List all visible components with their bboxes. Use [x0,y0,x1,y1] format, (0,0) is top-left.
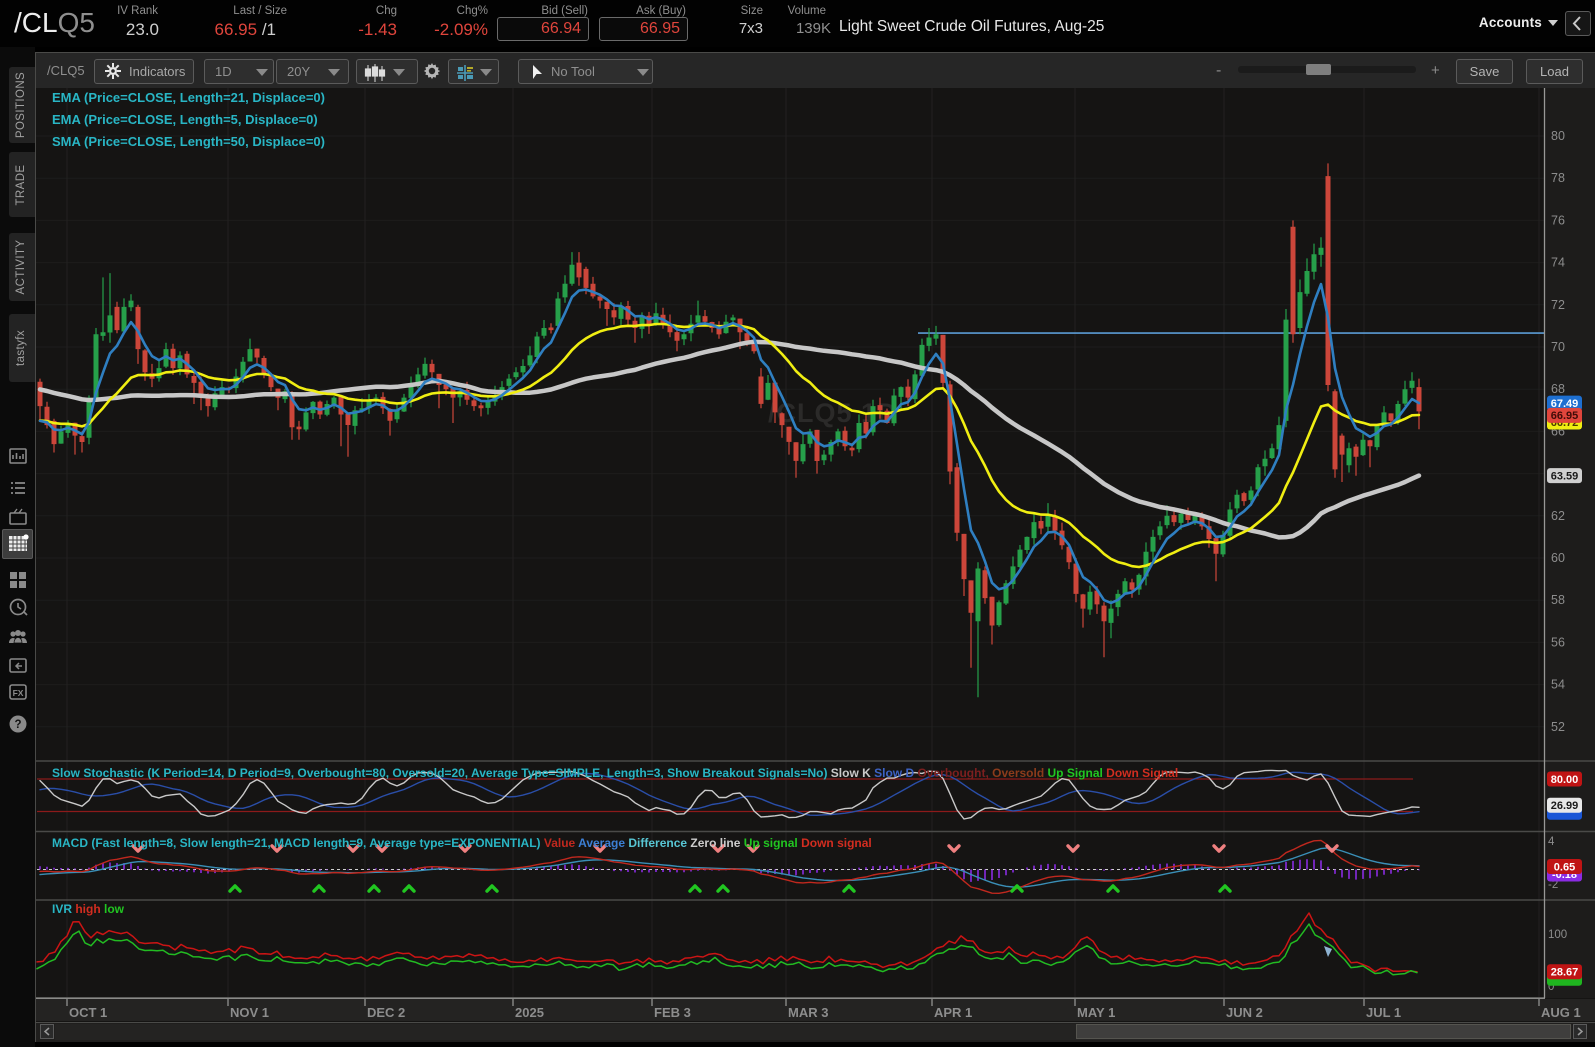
svg-text:2025: 2025 [515,1005,544,1020]
svg-text:72: 72 [1551,298,1565,312]
svg-text:54: 54 [1551,678,1565,692]
svg-text:56: 56 [1551,635,1565,649]
svg-text:MAR 3: MAR 3 [788,1005,828,1020]
svg-text:62: 62 [1551,509,1565,523]
svg-text:FX: FX [13,688,24,698]
svg-text:DEC 2: DEC 2 [367,1005,405,1020]
svg-text:68: 68 [1551,382,1565,396]
svg-text:MACD (Fast length=8, Slow leng: MACD (Fast length=8, Slow length=21, MAC… [52,836,872,850]
svg-text:JUL 1: JUL 1 [1366,1005,1401,1020]
svg-text:28.67: 28.67 [1551,967,1579,979]
svg-text:26.99: 26.99 [1551,800,1579,812]
svg-text:80: 80 [1551,129,1565,143]
svg-text:60: 60 [1551,551,1565,565]
svg-text:66.95: 66.95 [1551,410,1579,422]
svg-text:0.65: 0.65 [1554,861,1575,873]
svg-text:APR 1: APR 1 [934,1005,972,1020]
svg-text:Slow Stochastic (K Period=14,: Slow Stochastic (K Period=14, D Period=9… [52,766,1178,780]
svg-text:OCT 1: OCT 1 [69,1005,107,1020]
svg-text:80.00: 80.00 [1551,774,1579,786]
svg-text:78: 78 [1551,171,1565,185]
svg-text:74: 74 [1551,256,1565,270]
svg-text:52: 52 [1551,720,1565,734]
svg-text:FEB 3: FEB 3 [654,1005,691,1020]
svg-text:MAY 1: MAY 1 [1077,1005,1115,1020]
svg-text:JUN 2: JUN 2 [1226,1005,1263,1020]
svg-text:70: 70 [1551,340,1565,354]
svg-text:4: 4 [1548,836,1555,848]
svg-text:NOV 1: NOV 1 [230,1005,269,1020]
svg-text:?: ? [14,719,21,731]
svg-text:63.59: 63.59 [1551,470,1579,482]
svg-text:AUG 1: AUG 1 [1541,1005,1581,1020]
svg-text:EMA (Price=CLOSE, Length=21, D: EMA (Price=CLOSE, Length=21, Displace=0) [52,90,325,105]
svg-text:EMA (Price=CLOSE, Length=5, Di: EMA (Price=CLOSE, Length=5, Displace=0) [52,112,318,127]
svg-text:76: 76 [1551,213,1565,227]
svg-text:IVR high low: IVR high low [52,902,125,916]
svg-text:100: 100 [1548,929,1567,941]
svg-text:SMA (Price=CLOSE, Length=50, D: SMA (Price=CLOSE, Length=50, Displace=0) [52,134,325,149]
svg-text:58: 58 [1551,593,1565,607]
